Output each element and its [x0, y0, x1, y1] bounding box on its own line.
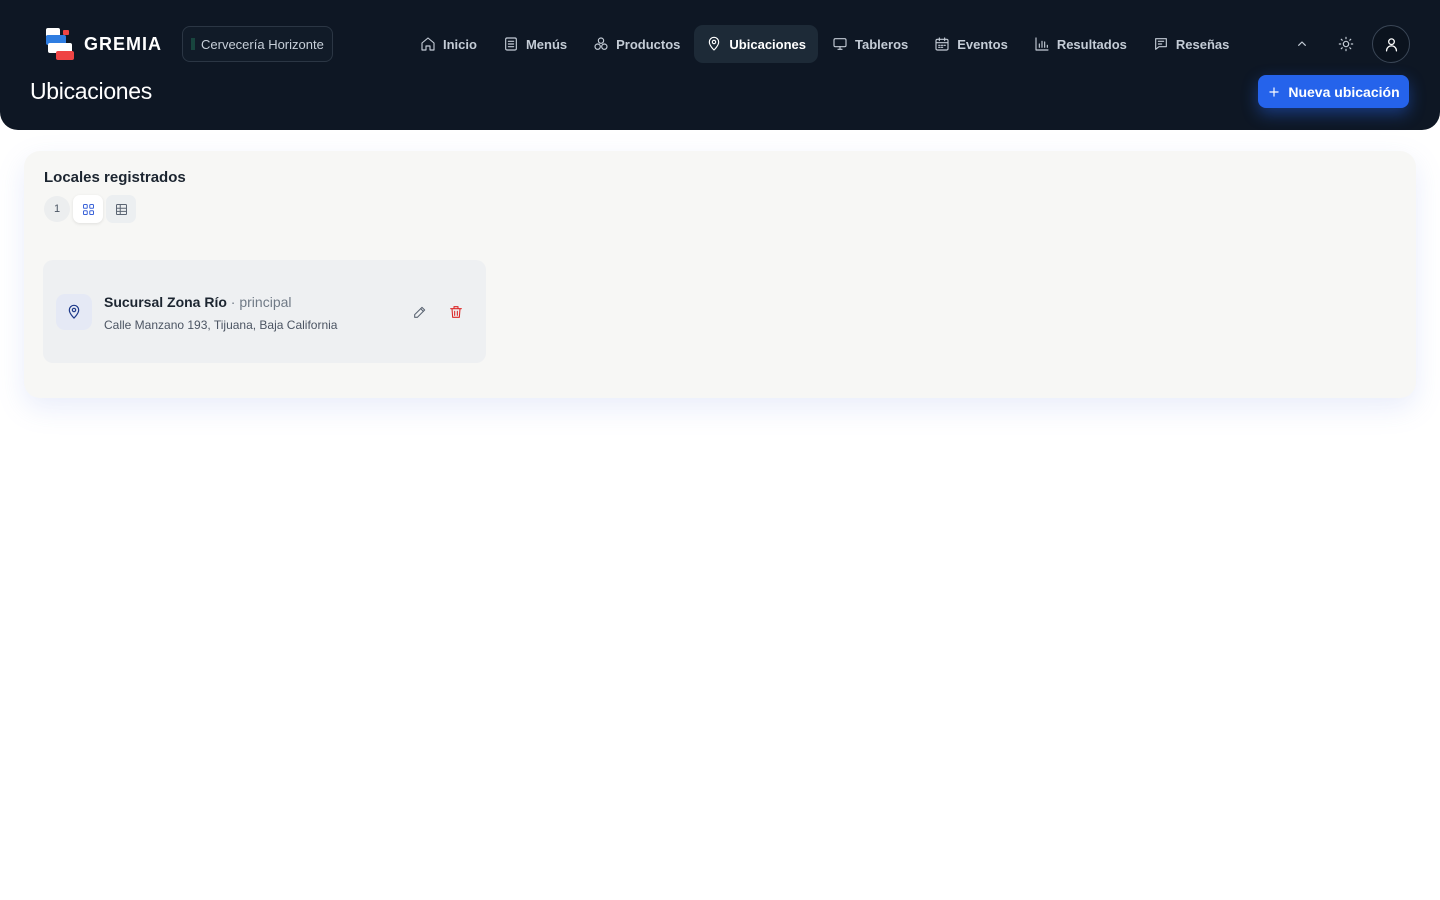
nav-item-label: Reseñas [1175, 36, 1230, 52]
home-icon [421, 37, 435, 51]
user-avatar-button[interactable] [1372, 25, 1410, 63]
table-view-button[interactable] [106, 195, 136, 223]
nav-item-label: Menús [525, 36, 568, 52]
grid-view-button[interactable] [73, 195, 103, 223]
calendar-icon [935, 37, 949, 51]
tenant-name: Cervecería Horizonte [201, 36, 324, 52]
nav-item-label: Productos [616, 36, 681, 52]
brand-logo[interactable]: GREMIA [44, 26, 162, 62]
nav-item-label: Tableros [855, 36, 909, 52]
menu-doc-icon [505, 37, 517, 51]
grid-icon [82, 203, 94, 215]
nav-item-label: Inicio [443, 36, 477, 52]
map-pin-icon [68, 304, 80, 319]
sun-icon [1338, 36, 1354, 52]
panel-title: Locales registrados [44, 169, 186, 186]
main-nav: Inicio Menús Productos Ubicaciones Table… [408, 25, 1241, 63]
trash-icon [450, 306, 462, 318]
nav-item-resenas[interactable]: Reseñas [1141, 25, 1241, 63]
brand-logo-mark [44, 26, 76, 62]
nav-item-tableros[interactable]: Tableros [820, 25, 920, 63]
reviews-icon [1154, 38, 1167, 50]
nav-item-label: Ubicaciones [729, 36, 807, 52]
brand-name: GREMIA [84, 33, 162, 54]
new-location-button[interactable]: Nueva ubicación [1258, 75, 1409, 108]
new-location-label: Nueva ubicación [1288, 83, 1400, 100]
nav-item-menus[interactable]: Menús [491, 25, 579, 63]
top-header: GREMIA Cervecería Horizonte Inicio Menús… [0, 0, 1440, 130]
tenant-selector[interactable]: Cervecería Horizonte [182, 26, 333, 62]
table-icon [115, 203, 127, 215]
nav-item-inicio[interactable]: Inicio [408, 25, 489, 63]
delete-location-button[interactable] [444, 300, 468, 324]
pencil-icon [414, 306, 426, 318]
location-card-icon-wrap [56, 294, 92, 330]
products-icon [594, 37, 608, 50]
location-card[interactable]: Sucursal Zona Río · principal Calle Manz… [43, 260, 486, 363]
location-primary-tag: · principal [226, 294, 292, 310]
location-name-text: Sucursal Zona Río [104, 294, 227, 310]
bar-chart-icon [1035, 37, 1049, 51]
collapse-header-button[interactable] [1286, 28, 1318, 60]
view-toolbar: 1 [44, 195, 136, 223]
locations-panel: Locales registrados 1 Sucursal Zona Río … [24, 151, 1416, 398]
nav-item-resultados[interactable]: Resultados [1022, 25, 1139, 63]
monitor-icon [833, 38, 847, 50]
nav-item-label: Eventos [957, 36, 1008, 52]
plus-icon [1269, 86, 1280, 97]
location-name: Sucursal Zona Río · principal [104, 294, 292, 310]
chevron-up-icon [1298, 41, 1306, 46]
nav-item-productos[interactable]: Productos [581, 25, 692, 63]
edit-location-button[interactable] [408, 300, 432, 324]
nav-item-ubicaciones[interactable]: Ubicaciones [694, 25, 819, 63]
nav-item-label: Resultados [1056, 36, 1127, 52]
page-title: Ubicaciones [30, 78, 152, 104]
nav-item-eventos[interactable]: Eventos [922, 25, 1020, 63]
location-address: Calle Manzano 193, Tijuana, Baja Califor… [104, 318, 338, 332]
map-pin-icon [709, 36, 720, 51]
theme-toggle-button[interactable] [1330, 28, 1362, 60]
locations-count-badge: 1 [44, 196, 70, 222]
user-icon [1385, 37, 1397, 52]
